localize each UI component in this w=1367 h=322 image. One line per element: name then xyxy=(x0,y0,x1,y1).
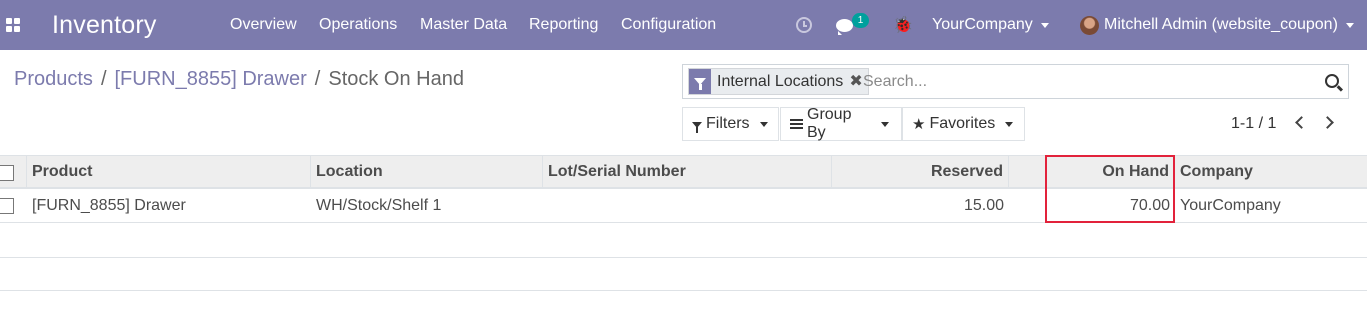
group-by-button[interactable]: Group By xyxy=(780,106,902,141)
chat-icon[interactable] xyxy=(836,0,853,50)
group-by-label: Group By xyxy=(807,106,852,141)
caret-down-icon xyxy=(1040,22,1049,28)
breadcrumb-current: Stock On Hand xyxy=(328,68,464,90)
caret-down-icon xyxy=(1005,121,1014,127)
bars-icon xyxy=(790,117,803,131)
table-row[interactable]: [FURN_8855] Drawer WH/Stock/Shelf 1 15.0… xyxy=(0,189,1367,223)
menu-master-data[interactable]: Master Data xyxy=(420,0,507,50)
facet-label: Internal Locations xyxy=(717,73,844,90)
favorites-label: Favorites xyxy=(929,115,996,132)
column-header-reserved[interactable]: Reserved xyxy=(832,156,1009,188)
star-icon: ★ xyxy=(912,115,926,133)
caret-down-icon xyxy=(1345,22,1354,28)
column-header-product[interactable]: Product xyxy=(27,156,311,188)
search-facet[interactable]: Internal Locations ✖ xyxy=(688,68,869,95)
empty-row xyxy=(0,258,1367,291)
breadcrumb-product[interactable]: [FURN_8855] Drawer xyxy=(115,68,307,91)
filter-icon xyxy=(692,122,702,133)
checkbox[interactable] xyxy=(0,198,14,214)
cell-reserved[interactable]: 15.00 xyxy=(832,189,1009,222)
breadcrumb-separator: / xyxy=(314,68,321,90)
search-input[interactable] xyxy=(863,69,1303,95)
column-header-company[interactable]: Company xyxy=(1175,156,1367,188)
apps-icon[interactable] xyxy=(6,0,24,50)
user-name: Mitchell Admin (website_coupon) xyxy=(1104,16,1338,33)
select-all-cell xyxy=(0,156,27,188)
cell-product[interactable]: [FURN_8855] Drawer xyxy=(27,189,311,222)
menu-reporting[interactable]: Reporting xyxy=(529,0,598,50)
breadcrumb-products[interactable]: Products xyxy=(14,68,93,91)
search-icon[interactable] xyxy=(1325,74,1339,88)
column-spacer xyxy=(1009,156,1047,188)
top-navbar: Inventory Overview Operations Master Dat… xyxy=(0,0,1367,50)
breadcrumb-separator: / xyxy=(100,68,107,90)
cell-on-hand[interactable]: 70.00 xyxy=(1047,189,1175,222)
column-header-location[interactable]: Location xyxy=(311,156,543,188)
app-title[interactable]: Inventory xyxy=(52,0,157,50)
cell-location[interactable]: WH/Stock/Shelf 1 xyxy=(311,189,543,222)
caret-down-icon xyxy=(759,121,768,127)
empty-row xyxy=(0,224,1367,258)
cell-lot[interactable] xyxy=(543,189,832,222)
menu-configuration[interactable]: Configuration xyxy=(621,0,716,50)
favorites-button[interactable]: ★ Favorites xyxy=(902,107,1025,141)
company-switcher[interactable]: YourCompany xyxy=(932,0,1049,50)
menu-overview[interactable]: Overview xyxy=(230,0,297,50)
pager-value[interactable]: 1-1 / 1 xyxy=(1231,115,1276,133)
avatar[interactable] xyxy=(1080,0,1099,50)
row-select-cell xyxy=(0,189,27,222)
user-menu[interactable]: Mitchell Admin (website_coupon) xyxy=(1104,0,1354,50)
column-header-on-hand[interactable]: On Hand xyxy=(1047,156,1175,188)
filter-icon xyxy=(689,69,711,94)
table-header: Product Location Lot/Serial Number Reser… xyxy=(0,155,1367,189)
checkbox[interactable] xyxy=(0,165,14,181)
chat-badge: 1 xyxy=(852,13,869,28)
chevron-left-icon[interactable] xyxy=(1293,115,1308,133)
menu-operations[interactable]: Operations xyxy=(319,0,397,50)
stock-list: Product Location Lot/Serial Number Reser… xyxy=(0,155,1367,223)
activity-clock-icon[interactable] xyxy=(796,0,812,50)
search-box[interactable]: Internal Locations ✖ xyxy=(682,64,1349,99)
debug-bug-icon[interactable]: 🐞 xyxy=(893,0,913,50)
cell-company[interactable]: YourCompany xyxy=(1175,189,1367,222)
filters-button[interactable]: Filters xyxy=(682,107,779,141)
breadcrumb: Products / [FURN_8855] Drawer / Stock On… xyxy=(14,68,464,91)
column-header-lot[interactable]: Lot/Serial Number xyxy=(543,156,832,188)
chevron-right-icon[interactable] xyxy=(1321,115,1337,133)
caret-down-icon xyxy=(881,121,889,127)
filters-label: Filters xyxy=(706,115,750,132)
company-name: YourCompany xyxy=(932,16,1033,33)
